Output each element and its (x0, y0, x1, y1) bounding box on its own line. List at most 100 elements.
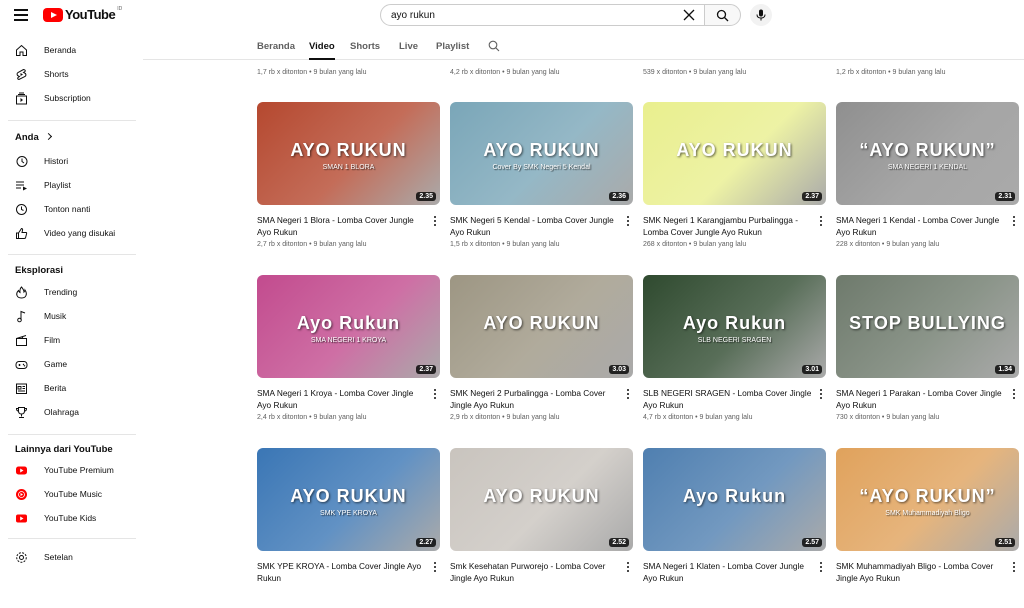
video-title[interactable]: SMK Negeri 1 Karangjambu Purbalingga - L… (643, 214, 813, 238)
more-options-icon[interactable] (1009, 215, 1019, 227)
sidebar-item-music[interactable]: Musik (0, 306, 140, 326)
thumbnail-text: AYO RUKUN (483, 313, 600, 333)
playlist-icon (16, 181, 27, 191)
video-title[interactable]: Smk Kesehatan Purworejo - Lomba Cover Ji… (450, 560, 620, 584)
video-card[interactable]: STOP BULLYING 1.34 SMA Negeri 1 Parakan - … (836, 275, 1019, 435)
chevron-right-icon (45, 132, 53, 141)
video-thumbnail[interactable]: AYO RUKUN SMK YPE KROYA 2.27 (257, 448, 440, 551)
tab-video[interactable]: Video (309, 41, 335, 60)
video-meta: 730 x ditonton • 9 bulan yang lalu (836, 414, 940, 421)
more-options-icon[interactable] (623, 388, 633, 400)
video-card[interactable]: AYO RUKUN 2.52 Smk Kesehatan Purworejo - L… (450, 448, 633, 608)
video-title[interactable]: SMA Negeri 1 Parakan - Lomba Cover Jingl… (836, 387, 1006, 411)
more-options-icon[interactable] (1009, 388, 1019, 400)
duration-badge: 2.52 (609, 538, 629, 547)
video-thumbnail[interactable]: Ayo Rukun SMA NEGERI 1 KROYA 2.37 (257, 275, 440, 378)
more-options-icon[interactable] (430, 388, 440, 400)
search-button[interactable] (704, 4, 741, 26)
sidebar: Beranda Shorts Subscription Anda Histori… (0, 32, 140, 575)
video-title[interactable]: SLB NEGERI SRAGEN - Lomba Cover Jingle A… (643, 387, 813, 411)
sidebar-item-sports[interactable]: Olahraga (0, 402, 140, 422)
video-thumbnail[interactable]: AYO RUKUN 2.37 (643, 102, 826, 205)
sidebar-item-trending[interactable]: Trending (0, 282, 140, 302)
search-icon[interactable] (488, 40, 500, 52)
video-thumbnail[interactable]: “AYO RUKUN” SMA NEGERI 1 KENDAL 2.31 (836, 102, 1019, 205)
video-thumbnail[interactable]: Ayo Rukun SLB NEGERI SRAGEN 3.01 (643, 275, 826, 378)
close-icon[interactable] (682, 8, 696, 22)
menu-icon[interactable] (14, 9, 28, 21)
sidebar-item-liked-videos[interactable]: Video yang disukai (0, 223, 140, 243)
tab-live[interactable]: Live (399, 41, 418, 52)
sidebar-item-film[interactable]: Film (0, 330, 140, 350)
sidebar-item-news[interactable]: Berita (0, 378, 140, 398)
sidebar-item-subscriptions[interactable]: Subscription (0, 88, 140, 108)
sidebar-item-watch-later[interactable]: Tonton nanti (0, 199, 140, 219)
video-thumbnail[interactable]: AYO RUKUN 2.52 (450, 448, 633, 551)
video-card[interactable]: “AYO RUKUN” SMK Muhammadiyah Bligo 2.51 SMK… (836, 448, 1019, 608)
sidebar-item-history[interactable]: Histori (0, 151, 140, 171)
video-thumbnail[interactable]: Ayo Rukun 2.57 (643, 448, 826, 551)
duration-badge: 2.31 (995, 192, 1015, 201)
thumbnail-subtext: SLB NEGERI SRAGEN (697, 337, 772, 344)
more-options-icon[interactable] (623, 215, 633, 227)
more-options-icon[interactable] (816, 388, 826, 400)
more-options-icon[interactable] (816, 561, 826, 573)
voice-search-button[interactable] (750, 4, 772, 26)
thumbnail-subtext: SMK YPE KROYA (320, 510, 377, 517)
sidebar-item-label: YouTube Kids (44, 513, 97, 523)
sidebar-item-label: Berita (44, 383, 67, 393)
video-title[interactable]: SMA Negeri 1 Kroya - Lomba Cover Jingle … (257, 387, 427, 411)
more-options-icon[interactable] (1009, 561, 1019, 573)
duration-badge: 2.51 (995, 538, 1015, 547)
video-card[interactable]: AYO RUKUN SMK YPE KROYA 2.27 SMK YPE KROYA … (257, 448, 440, 608)
sidebar-item-youtube-music[interactable]: YouTube Music (0, 484, 140, 504)
video-title[interactable]: SMK YPE KROYA - Lomba Cover Jingle Ayo R… (257, 560, 427, 584)
video-card[interactable]: Ayo Rukun SMA NEGERI 1 KROYA 2.37 SMA Neger… (257, 275, 440, 435)
tab-beranda[interactable]: Beranda (257, 41, 295, 52)
sidebar-item-playlist[interactable]: Playlist (0, 175, 140, 195)
video-title[interactable]: SMK Muhammadiyah Bligo - Lomba Cover Jin… (836, 560, 1006, 584)
more-options-icon[interactable] (430, 215, 440, 227)
video-thumbnail[interactable]: “AYO RUKUN” SMK Muhammadiyah Bligo 2.51 (836, 448, 1019, 551)
sidebar-item-shorts[interactable]: Shorts (0, 64, 140, 84)
video-card[interactable]: AYO RUKUN 3.03 SMK Negeri 2 Purbalingga - … (450, 275, 633, 435)
sidebar-item-youtube-kids[interactable]: YouTube Kids (0, 508, 140, 528)
video-card[interactable]: AYO RUKUN 2.37 SMK Negeri 1 Karangjambu Pu… (643, 102, 826, 262)
sidebar-item-label: Playlist (44, 180, 71, 190)
video-title[interactable]: SMK Negeri 5 Kendal - Lomba Cover Jungle… (450, 214, 620, 238)
video-card[interactable]: Ayo Rukun SLB NEGERI SRAGEN 3.01 SLB NEGERI… (643, 275, 826, 435)
video-title[interactable]: SMA Negeri 1 Blora - Lomba Cover Jungle … (257, 214, 427, 238)
video-card[interactable]: AYO RUKUN Cover By SMK Negeri 5 Kendal 2.3… (450, 102, 633, 262)
tab-playlist[interactable]: Playlist (436, 41, 469, 52)
more-options-icon[interactable] (430, 561, 440, 573)
video-card[interactable]: AYO RUKUN SMAN 1 BLORA 2.35 SMA Negeri 1 Bl… (257, 102, 440, 262)
video-thumbnail[interactable]: AYO RUKUN 3.03 (450, 275, 633, 378)
video-title[interactable]: SMA Negeri 1 Kendal - Lomba Cover Jungle… (836, 214, 1006, 238)
logo-region: ID (117, 5, 123, 12)
video-thumbnail[interactable]: AYO RUKUN SMAN 1 BLORA 2.35 (257, 102, 440, 205)
tab-shorts[interactable]: Shorts (350, 41, 380, 52)
search-input[interactable]: ayo rukun (380, 4, 705, 26)
video-meta: 268 x ditonton • 9 bulan yang lalu (643, 241, 747, 248)
video-thumbnail[interactable]: AYO RUKUN Cover By SMK Negeri 5 Kendal 2.3… (450, 102, 633, 205)
sidebar-item-settings[interactable]: Setelan (0, 547, 140, 567)
video-card[interactable]: “AYO RUKUN” SMA NEGERI 1 KENDAL 2.31 SMA Ne… (836, 102, 1019, 262)
video-title[interactable]: SMK Negeri 2 Purbalingga - Lomba Cover J… (450, 387, 620, 411)
sidebar-item-home[interactable]: Beranda (0, 40, 140, 60)
sidebar-heading-you[interactable]: Anda (15, 132, 53, 143)
sidebar-heading-more: Lainnya dari YouTube (15, 444, 113, 455)
video-card[interactable]: Ayo Rukun 2.57 SMA Negeri 1 Klaten - Lomba… (643, 448, 826, 608)
more-options-icon[interactable] (816, 215, 826, 227)
more-options-icon[interactable] (623, 561, 633, 573)
video-meta: 539 x ditonton • 9 bulan yang lalu (643, 69, 747, 76)
search-icon (716, 9, 729, 21)
sidebar-item-game[interactable]: Game (0, 354, 140, 374)
thumbnail-text: Ayo Rukun (296, 313, 401, 333)
thumbnail-text: AYO RUKUN (483, 140, 600, 160)
video-title[interactable]: SMA Negeri 1 Klaten - Lomba Cover Jungle… (643, 560, 813, 584)
sidebar-item-youtube-premium[interactable]: YouTube Premium (0, 460, 140, 480)
video-meta: 1,5 rb x ditonton • 9 bulan yang lalu (450, 241, 560, 248)
music-icon (17, 310, 26, 323)
video-thumbnail[interactable]: STOP BULLYING 1.34 (836, 275, 1019, 378)
youtube-logo[interactable]: YouTube ID (43, 5, 123, 22)
